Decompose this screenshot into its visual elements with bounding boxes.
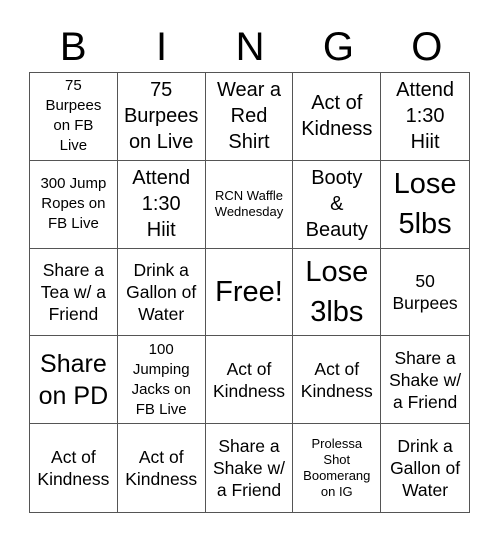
bingo-cell[interactable]: RCN Waffle Wednesday xyxy=(205,160,294,249)
bingo-cell[interactable]: Drink a Gallon of Water xyxy=(117,248,206,337)
bingo-cell[interactable]: Attend 1:30 Hiit xyxy=(117,160,206,249)
bingo-cell[interactable]: Attend 1:30 Hiit xyxy=(381,73,469,161)
cell-label: Prolessa Shot Boomerang on IG xyxy=(303,436,371,500)
bingo-cell[interactable]: Lose 5lbs xyxy=(381,161,469,249)
bingo-cell[interactable]: Share a Shake w/ a Friend xyxy=(381,336,469,425)
cell-label: Wear a Red Shirt xyxy=(216,79,282,154)
bingo-cell[interactable]: Lose 3lbs xyxy=(293,248,382,337)
bingo-cell[interactable]: Wear a Red Shirt xyxy=(205,73,294,161)
cell-label: Act of Kindness xyxy=(300,358,373,401)
bingo-grid: 75 Burpees on FB Live 75 Burpees on Live W… xyxy=(29,72,470,513)
header-letter-i: I xyxy=(156,25,168,69)
cell-label: 50 Burpees xyxy=(392,270,458,313)
cell-label: Free! xyxy=(215,275,283,308)
header-letter-n: N xyxy=(235,25,265,69)
cell-label: Booty & Beauty xyxy=(305,167,368,242)
cell-label: Drink a Gallon of Water xyxy=(390,436,461,501)
cell-label: Act of Kindness xyxy=(37,447,110,490)
bingo-cell[interactable]: Prolessa Shot Boomerang on IG xyxy=(293,424,382,512)
bingo-cell[interactable]: Act of Kindness xyxy=(293,336,382,425)
cell-label: 300 Jump Ropes on FB Live xyxy=(40,175,107,233)
cell-label: Share a Tea w/ a Friend xyxy=(40,259,106,324)
bingo-cell[interactable]: 100 Jumping Jacks on FB Live xyxy=(117,336,206,425)
cell-label: Drink a Gallon of Water xyxy=(126,259,197,324)
cell-label: Act of Kidness xyxy=(301,92,373,141)
cell-label: Lose 5lbs xyxy=(393,168,457,241)
cell-label: Act of Kindness xyxy=(212,358,285,401)
header-letter-b: B xyxy=(59,25,87,69)
bingo-cell[interactable]: 300 Jump Ropes on FB Live xyxy=(30,160,118,249)
bingo-cell[interactable]: Act of Kidness xyxy=(293,73,382,161)
cell-label: Act of Kindness xyxy=(125,447,198,490)
bingo-cell[interactable]: Act of Kindness xyxy=(205,336,294,425)
cell-label: Attend 1:30 Hiit xyxy=(132,167,191,242)
cell-label: 75 Burpees on Live xyxy=(123,79,199,154)
bingo-cell[interactable]: Share on PD xyxy=(30,336,118,425)
free-space-cell[interactable]: Free! xyxy=(205,248,294,337)
cell-label: RCN Waffle Wednesday xyxy=(214,188,284,220)
cell-label: Lose 3lbs xyxy=(305,255,369,328)
bingo-cell[interactable]: 75 Burpees on Live xyxy=(117,73,206,161)
header-letter-o: O xyxy=(411,25,443,69)
bingo-cell[interactable]: Act of Kindness xyxy=(30,424,118,512)
cell-label: 100 Jumping Jacks on FB Live xyxy=(131,340,191,418)
bingo-cell[interactable]: Share a Shake w/ a Friend xyxy=(206,424,294,512)
bingo-header: B I N G O xyxy=(29,22,471,72)
bingo-cell[interactable]: Act of Kindness xyxy=(118,424,206,512)
bingo-cell[interactable]: Share a Tea w/ a Friend xyxy=(30,248,118,337)
cell-label: Share a Shake w/ a Friend xyxy=(213,436,285,501)
bingo-cell[interactable]: Booty & Beauty xyxy=(293,160,382,249)
bingo-cell[interactable]: 75 Burpees on FB Live xyxy=(30,73,118,161)
cell-label: Attend 1:30 Hiit xyxy=(396,79,454,154)
bingo-cell[interactable]: 50 Burpees xyxy=(381,249,469,337)
cell-label: Share on PD xyxy=(38,349,109,410)
cell-label: Share a Shake w/ a Friend xyxy=(389,347,462,412)
bingo-cell[interactable]: Drink a Gallon of Water xyxy=(381,424,469,512)
header-letter-g: G xyxy=(322,25,354,69)
cell-label: 75 Burpees on FB Live xyxy=(45,77,102,155)
